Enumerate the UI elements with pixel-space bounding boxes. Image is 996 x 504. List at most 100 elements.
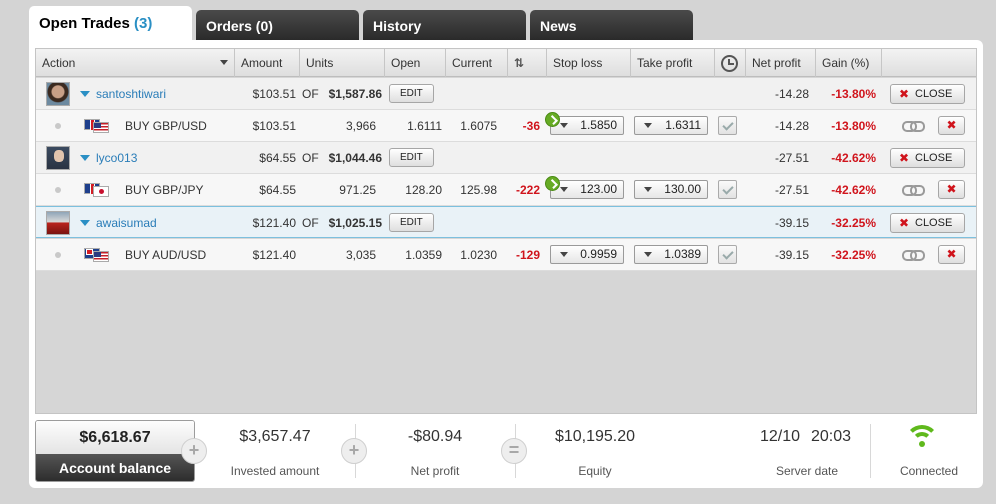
- flag-gbp-jpy-icon: [84, 183, 110, 197]
- trade-gain: -13.80%: [831, 119, 876, 133]
- owner-row[interactable]: lyco013 $64.55 OF $1,044.46 EDIT -27.51 …: [36, 142, 976, 174]
- confirm-checkbox[interactable]: [718, 180, 737, 199]
- column-header-actions: [881, 49, 976, 77]
- take-profit-value: 1.6311: [665, 118, 701, 132]
- trade-pips: -129: [515, 248, 540, 262]
- edit-button[interactable]: EDIT: [389, 213, 434, 232]
- column-header-take-profit[interactable]: Take profit: [630, 49, 714, 77]
- tab-orders[interactable]: Orders (0): [196, 10, 359, 40]
- link-icon[interactable]: [902, 121, 925, 132]
- invested-amount-value: $3,657.47: [239, 428, 311, 445]
- chevron-down-icon[interactable]: [220, 60, 228, 65]
- owner-gain: -32.25%: [831, 216, 876, 230]
- close-all-button[interactable]: ✖ CLOSE: [890, 84, 965, 104]
- row-dot-icon: [55, 187, 61, 193]
- owner-name-link[interactable]: lyco013: [96, 142, 137, 174]
- check-badge-icon: [545, 176, 560, 191]
- account-balance-box[interactable]: $6,618.67 Account balance: [35, 420, 195, 482]
- link-icon[interactable]: [902, 250, 925, 261]
- take-profit-field[interactable]: 1.6311: [634, 116, 708, 135]
- edit-button[interactable]: EDIT: [389, 84, 434, 103]
- trade-row[interactable]: BUY AUD/USD $121.40 3,035 1.0359 1.0230 …: [36, 239, 976, 271]
- avatar[interactable]: [46, 82, 70, 106]
- tab-open-trades[interactable]: Open Trades (3): [29, 6, 192, 42]
- stop-loss-field[interactable]: 123.00: [550, 180, 624, 199]
- column-header-stop-loss[interactable]: Stop loss: [546, 49, 630, 77]
- column-header-current[interactable]: Current: [445, 49, 507, 77]
- chevron-down-icon[interactable]: [80, 91, 90, 97]
- trade-pips: -222: [515, 183, 540, 197]
- trade-current: 125.98: [460, 183, 497, 197]
- owner-gain: -13.80%: [831, 87, 876, 101]
- column-header-open[interactable]: Open: [384, 49, 445, 77]
- trade-current: 1.6075: [460, 119, 497, 133]
- server-time-value: 20:03: [810, 428, 852, 445]
- owner-amount: $103.51: [252, 87, 296, 101]
- chevron-down-icon[interactable]: [644, 252, 652, 257]
- stop-loss-value: 123.00: [580, 182, 617, 196]
- flag-aud-usd-icon: [84, 248, 110, 262]
- edit-button[interactable]: EDIT: [389, 148, 434, 167]
- connection-status-label: Connected: [899, 464, 959, 478]
- column-header-time[interactable]: [714, 49, 745, 77]
- close-trade-button[interactable]: ✖: [938, 116, 965, 135]
- link-icon[interactable]: [902, 185, 925, 196]
- owner-name-link[interactable]: santoshtiwari: [96, 78, 166, 110]
- owner-row[interactable]: santoshtiwari $103.51 OF $1,587.86 EDIT …: [36, 78, 976, 110]
- owner-name-link[interactable]: awaisumad: [96, 207, 157, 239]
- avatar[interactable]: [46, 146, 70, 170]
- owner-row[interactable]: awaisumad $121.40 OF $1,025.15 EDIT -39.…: [36, 206, 976, 238]
- chevron-down-icon[interactable]: [80, 155, 90, 161]
- column-header-amount[interactable]: Amount: [234, 49, 299, 77]
- chevron-down-icon[interactable]: [644, 187, 652, 192]
- tab-open-trades-count: (3): [134, 15, 153, 32]
- trade-row[interactable]: BUY GBP/JPY $64.55 971.25 128.20 125.98 …: [36, 174, 976, 206]
- avatar[interactable]: [46, 211, 70, 235]
- of-label: OF: [302, 87, 319, 101]
- trade-row[interactable]: BUY GBP/USD $103.51 3,966 1.6111 1.6075 …: [36, 110, 976, 142]
- close-trade-button[interactable]: ✖: [938, 245, 965, 264]
- tab-news[interactable]: News: [530, 10, 693, 40]
- take-profit-field[interactable]: 130.00: [634, 180, 708, 199]
- close-label: CLOSE: [915, 217, 953, 229]
- owner-amount: $121.40: [252, 216, 296, 230]
- close-icon: ✖: [899, 87, 910, 101]
- take-profit-field[interactable]: 1.0389: [634, 245, 708, 264]
- close-trade-button[interactable]: ✖: [938, 180, 965, 199]
- account-balance-value: $6,618.67: [36, 421, 194, 454]
- net-profit-label: Net profit: [410, 464, 460, 478]
- sort-arrows-icon[interactable]: ⇅: [507, 49, 546, 77]
- tab-history[interactable]: History: [363, 10, 526, 40]
- of-label: OF: [302, 216, 319, 230]
- trade-open: 1.6111: [407, 119, 442, 133]
- owner-total: $1,044.46: [328, 151, 382, 165]
- chevron-down-icon[interactable]: [560, 252, 568, 257]
- flag-gbp-usd-icon: [84, 119, 110, 133]
- chevron-down-icon[interactable]: [80, 220, 90, 226]
- chevron-down-icon[interactable]: [644, 123, 652, 128]
- trades-grid: Action Amount Units Open Current ⇅ Stop …: [35, 48, 977, 414]
- tab-open-trades-label: Open Trades: [39, 15, 130, 32]
- take-profit-value: 1.0389: [664, 247, 701, 261]
- confirm-checkbox[interactable]: [718, 245, 737, 264]
- column-header-gain[interactable]: Gain (%): [815, 49, 881, 77]
- account-summary-bar: $6,618.67 Account balance + $3,657.47 In…: [35, 420, 977, 482]
- close-all-button[interactable]: ✖ CLOSE: [890, 213, 965, 233]
- column-header-units[interactable]: Units: [299, 49, 384, 77]
- stop-loss-field[interactable]: 1.5850: [550, 116, 624, 135]
- chevron-down-icon[interactable]: [560, 187, 568, 192]
- column-header-action[interactable]: Action: [36, 49, 234, 77]
- confirm-checkbox[interactable]: [718, 116, 737, 135]
- wifi-connected-icon: [905, 425, 941, 449]
- take-profit-value: 130.00: [664, 182, 701, 196]
- close-all-button[interactable]: ✖ CLOSE: [890, 148, 965, 168]
- trade-net-profit: -27.51: [774, 183, 809, 197]
- server-date-value: 12/10: [760, 428, 801, 445]
- column-header-net-profit[interactable]: Net profit: [745, 49, 815, 77]
- close-label: CLOSE: [915, 152, 953, 164]
- owner-net-profit: -14.28: [774, 87, 809, 101]
- trade-units: 971.25: [339, 183, 376, 197]
- stop-loss-field[interactable]: 0.9959: [550, 245, 624, 264]
- divider: [870, 424, 871, 478]
- chevron-down-icon[interactable]: [560, 123, 568, 128]
